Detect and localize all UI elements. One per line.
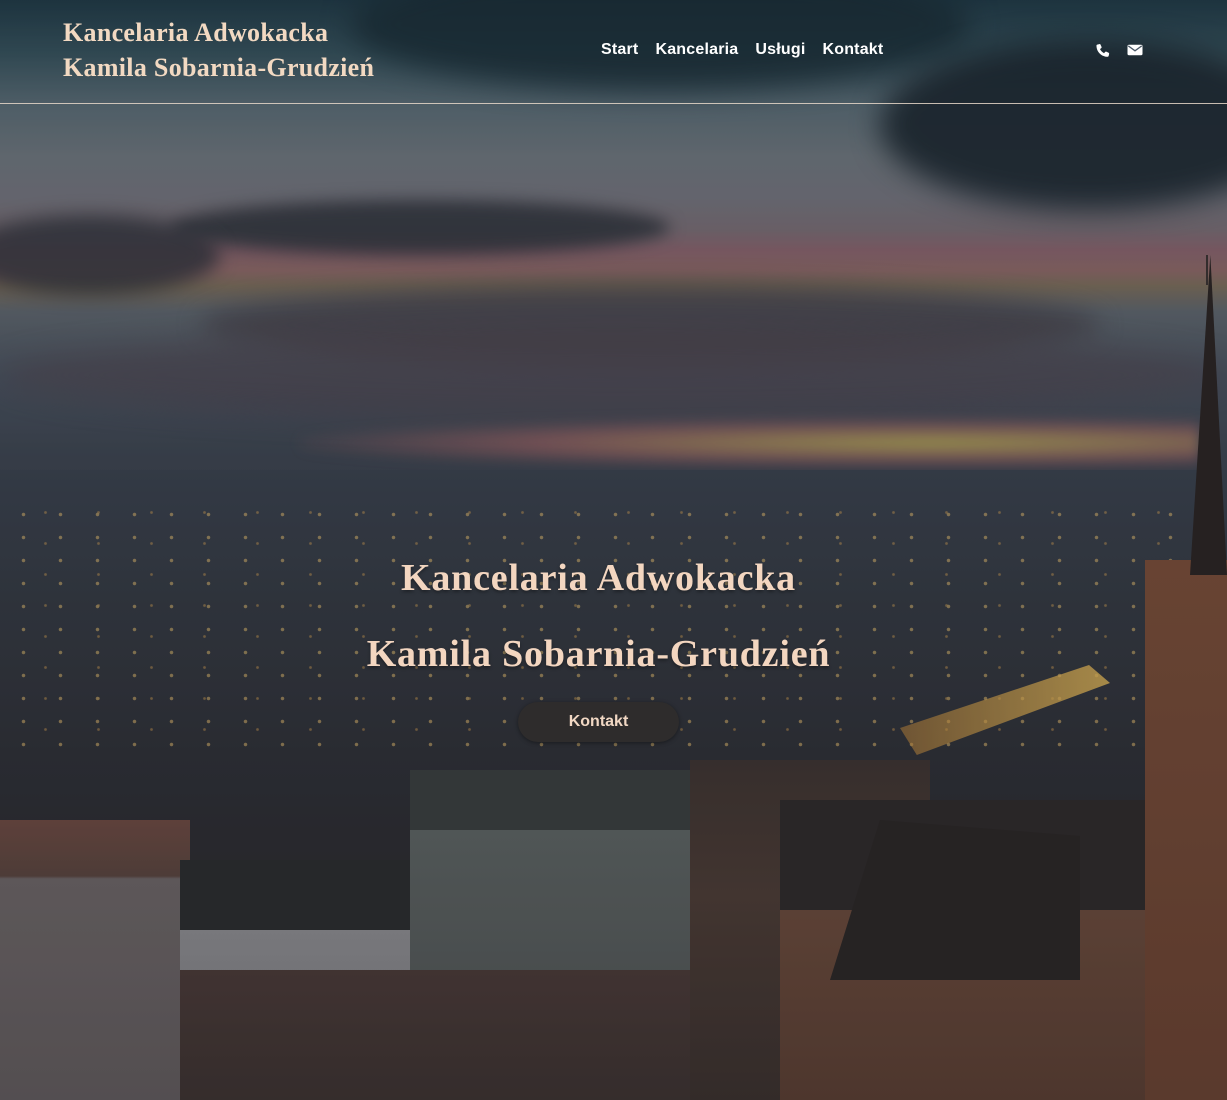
dark-overlay	[0, 0, 1227, 1100]
hero-background-image	[0, 0, 1227, 1100]
site-logo-link[interactable]: Kancelaria Adwokacka Kamila Sobarnia-Gru…	[63, 15, 374, 85]
site-header: Kancelaria Adwokacka Kamila Sobarnia-Gru…	[0, 0, 1227, 104]
brand-line-2: Kamila Sobarnia-Grudzień	[63, 53, 375, 82]
hero-title-line-1: Kancelaria Adwokacka	[401, 557, 796, 599]
hero-title-line-2: Kamila Sobarnia-Grudzień	[366, 633, 831, 675]
phone-icon[interactable]	[1094, 41, 1112, 59]
envelope-icon[interactable]	[1126, 41, 1144, 59]
nav-start[interactable]: Start	[601, 40, 638, 60]
brand-line-1: Kancelaria Adwokacka	[63, 18, 329, 47]
nav-uslugi[interactable]: Usługi	[755, 40, 805, 60]
kontakt-button[interactable]: Kontakt	[518, 702, 679, 742]
contact-icons	[1094, 41, 1144, 59]
nav-kontakt[interactable]: Kontakt	[822, 40, 883, 60]
main-nav: Start Kancelaria Usługi Kontakt	[601, 40, 883, 60]
nav-kancelaria[interactable]: Kancelaria	[655, 40, 738, 60]
